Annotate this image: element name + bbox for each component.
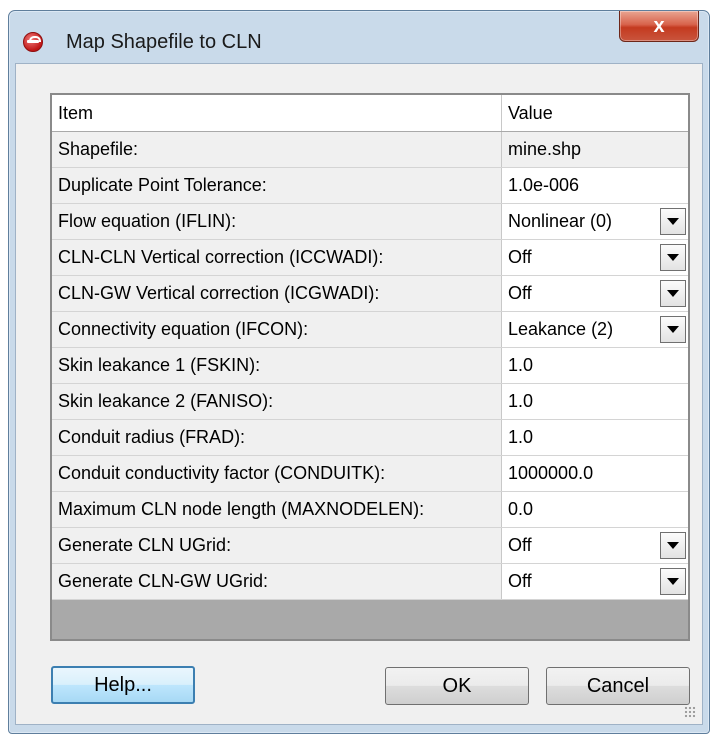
property-value-text: 1000000.0 [508,463,594,483]
ok-button[interactable]: OK [385,667,529,705]
property-value-text: mine.shp [508,139,582,159]
property-value-dropdown[interactable]: Off [502,528,688,563]
property-label: Skin leakance 1 (FSKIN): [52,348,502,383]
cancel-button[interactable]: Cancel [546,667,690,705]
property-label: Skin leakance 2 (FANISO): [52,384,502,419]
table-row: CLN-GW Vertical correction (ICGWADI): Off [52,276,688,312]
help-button[interactable]: Help... [51,666,195,704]
property-value-text: 1.0e-006 [508,175,580,195]
app-icon [23,32,43,52]
property-label: Conduit radius (FRAD): [52,420,502,455]
chevron-down-icon[interactable] [660,208,686,235]
property-value-text: Off [508,535,532,555]
property-value-text: 1.0 [508,391,534,411]
table-row: Maximum CLN node length (MAXNODELEN): 0.0 [52,492,688,528]
property-label: Connectivity equation (IFCON): [52,312,502,347]
property-label: Generate CLN-GW UGrid: [52,564,502,599]
property-value-text: Off [508,247,532,267]
property-value-dropdown[interactable]: Off [502,240,688,275]
property-label: CLN-CLN Vertical correction (ICCWADI): [52,240,502,275]
property-label: Duplicate Point Tolerance: [52,168,502,203]
property-value-text: 0.0 [508,499,534,519]
chevron-down-icon[interactable] [660,244,686,271]
table-row: Generate CLN UGrid: Off [52,528,688,564]
property-grid: Item Value Shapefile: mine.shp Duplicate P… [50,93,690,641]
column-header-item[interactable]: Item [52,95,502,131]
table-row: Connectivity equation (IFCON): Leakance (… [52,312,688,348]
property-value-text: Off [508,571,532,591]
chevron-down-icon[interactable] [660,316,686,343]
dialog-window: Map Shapefile to CLN x Item Value Shapef… [8,10,710,734]
property-value-text: 1.0 [508,427,534,447]
table-row: Conduit conductivity factor (CONDUITK): 1… [52,456,688,492]
table-row: Flow equation (IFLIN): Nonlinear (0) [52,204,688,240]
table-row: Skin leakance 2 (FANISO): 1.0 [52,384,688,420]
table-row: Generate CLN-GW UGrid: Off [52,564,688,600]
property-value-text: Off [508,283,532,303]
property-value-dropdown[interactable]: Nonlinear (0) [502,204,688,239]
table-row: Duplicate Point Tolerance: 1.0e-006 [52,168,688,204]
property-label: Shapefile: [52,132,502,167]
close-icon: x [653,14,665,37]
property-label: Flow equation (IFLIN): [52,204,502,239]
grid-empty-area [52,600,688,639]
property-value-input[interactable]: 1000000.0 [502,456,688,491]
table-row: CLN-CLN Vertical correction (ICCWADI): Of… [52,240,688,276]
property-label: Maximum CLN node length (MAXNODELEN): [52,492,502,527]
property-label: Generate CLN UGrid: [52,528,502,563]
table-row: Shapefile: mine.shp [52,132,688,168]
property-value-dropdown[interactable]: Leakance (2) [502,312,688,347]
property-value-text: Leakance (2) [508,319,614,339]
table-row: Conduit radius (FRAD): 1.0 [52,420,688,456]
chevron-down-icon[interactable] [660,280,686,307]
property-value-dropdown[interactable]: Off [502,276,688,311]
property-value-input[interactable]: 0.0 [502,492,688,527]
dialog-client: Item Value Shapefile: mine.shp Duplicate P… [15,63,703,725]
window-title: Map Shapefile to CLN [66,31,262,53]
chevron-down-icon[interactable] [660,568,686,595]
property-value-text: 1.0 [508,355,534,375]
property-value-input[interactable]: 1.0 [502,384,688,419]
property-value: mine.shp [502,132,688,167]
table-row: Skin leakance 1 (FSKIN): 1.0 [52,348,688,384]
column-header-value[interactable]: Value [502,95,688,131]
close-button[interactable]: x [619,11,699,42]
resize-grip-icon[interactable] [684,706,696,718]
grid-rows: Shapefile: mine.shp Duplicate Point Tolera… [52,132,688,600]
property-label: CLN-GW Vertical correction (ICGWADI): [52,276,502,311]
property-value-input[interactable]: 1.0 [502,348,688,383]
property-value-text: Nonlinear (0) [508,211,613,231]
property-value-input[interactable]: 1.0e-006 [502,168,688,203]
grid-header: Item Value [52,95,688,132]
property-value-input[interactable]: 1.0 [502,420,688,455]
property-label: Conduit conductivity factor (CONDUITK): [52,456,502,491]
title-bar[interactable]: Map Shapefile to CLN [9,11,709,65]
chevron-down-icon[interactable] [660,532,686,559]
property-value-dropdown[interactable]: Off [502,564,688,599]
